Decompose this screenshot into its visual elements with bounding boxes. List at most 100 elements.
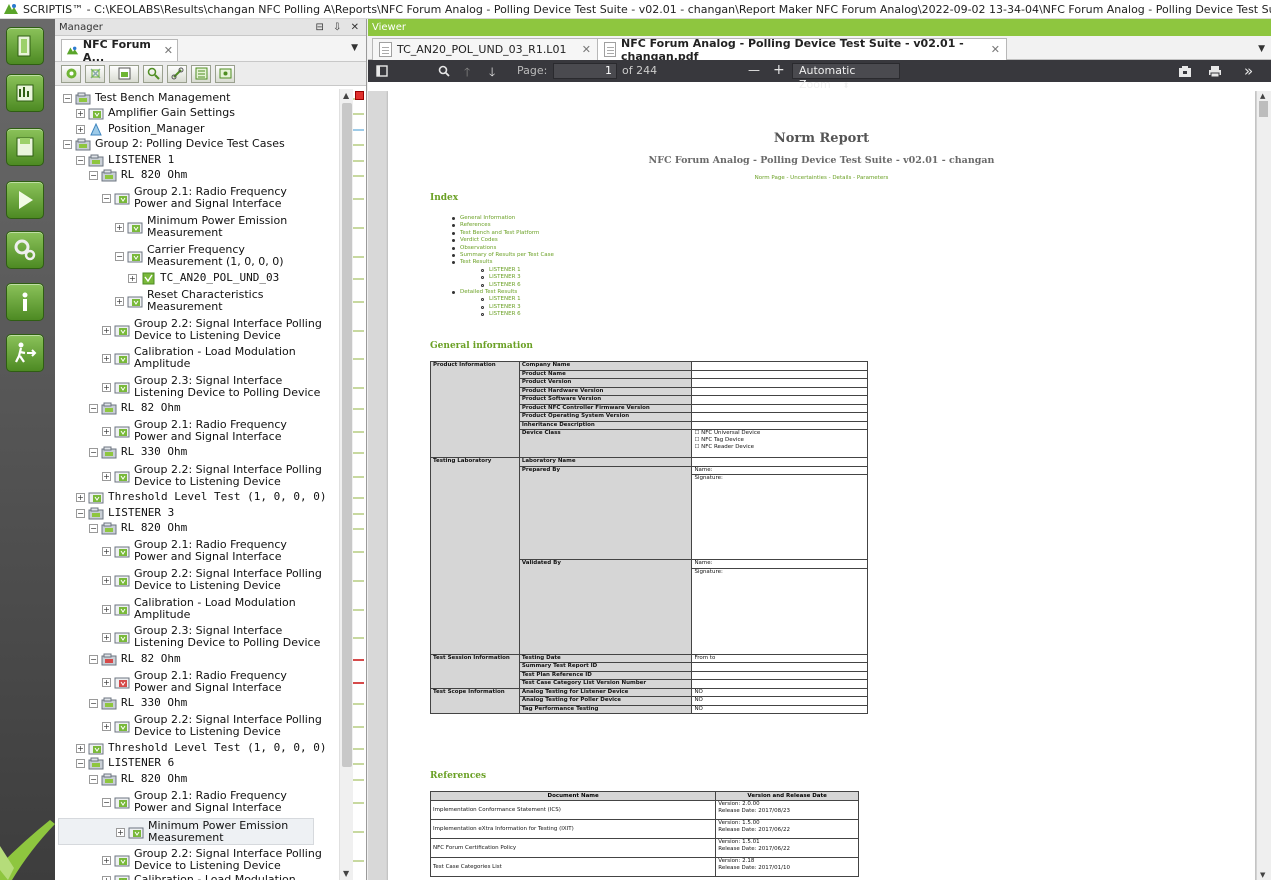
- result-marker[interactable]: [353, 408, 364, 410]
- expand-icon[interactable]: +: [102, 633, 111, 642]
- collapse-icon[interactable]: −: [115, 252, 124, 261]
- expand-icon[interactable]: +: [115, 297, 124, 306]
- tree-node[interactable]: + Group 2.1: Radio Frequency Power and Sig…: [55, 538, 339, 565]
- run-tool-button[interactable]: [61, 64, 81, 83]
- tree-node[interactable]: − LISTENER 3: [55, 506, 339, 521]
- index-link[interactable]: References: [452, 222, 491, 229]
- index-link[interactable]: Observations: [452, 245, 496, 252]
- collapse-icon[interactable]: −: [89, 775, 98, 784]
- tab-log-file[interactable]: TC_AN20_POL_UND_03_R1.L01 ✕: [372, 38, 598, 60]
- result-marker[interactable]: [353, 129, 364, 131]
- collapse-icon[interactable]: −: [89, 404, 98, 413]
- result-marker[interactable]: [353, 580, 364, 582]
- expand-icon[interactable]: +: [102, 876, 111, 880]
- expand-icon[interactable]: +: [76, 125, 85, 134]
- expand-icon[interactable]: +: [76, 493, 85, 502]
- zoom-select[interactable]: Automatic Zoom ⬍: [792, 63, 900, 91]
- tab-close-icon[interactable]: ✕: [164, 44, 173, 57]
- index-link[interactable]: LISTENER 1: [481, 296, 521, 303]
- tabs-dropdown-icon[interactable]: ▼: [1258, 44, 1265, 54]
- result-marker[interactable]: [353, 256, 364, 258]
- result-marker[interactable]: [353, 144, 364, 146]
- next-page-icon[interactable]: 🡓: [489, 63, 495, 84]
- find-icon[interactable]: [438, 65, 450, 77]
- result-marker[interactable]: [353, 431, 364, 433]
- list-tool-button[interactable]: [191, 64, 211, 83]
- result-marker[interactable]: [353, 160, 364, 162]
- tree-node[interactable]: + Group 2.3: Signal Interface Listening De…: [55, 624, 339, 651]
- tabs-dropdown-icon[interactable]: ▼: [351, 43, 358, 53]
- tree-node[interactable]: − Group 2: Polling Device Test Cases: [55, 137, 339, 152]
- collapse-icon[interactable]: −: [63, 140, 72, 149]
- index-link[interactable]: LISTENER 3: [481, 304, 521, 311]
- tree-node[interactable]: + Calibration - Load Modulation Amplitude: [55, 345, 339, 372]
- result-marker[interactable]: [353, 528, 364, 530]
- result-marker[interactable]: [353, 113, 364, 115]
- expand-icon[interactable]: +: [128, 274, 137, 283]
- fail-indicator-icon[interactable]: [355, 91, 364, 100]
- collapse-icon[interactable]: −: [89, 655, 98, 664]
- expand-icon[interactable]: +: [116, 828, 125, 837]
- tree-node[interactable]: − LISTENER 1: [55, 153, 339, 168]
- layout-tool-button[interactable]: [109, 64, 139, 83]
- device-class-option[interactable]: ☐ NFC Universal Device: [694, 430, 865, 437]
- tree-node[interactable]: − LISTENER 6: [55, 756, 339, 771]
- index-link[interactable]: LISTENER 1: [481, 267, 521, 274]
- expand-icon[interactable]: +: [102, 722, 111, 731]
- save-button[interactable]: [6, 128, 44, 166]
- result-marker[interactable]: [353, 476, 364, 478]
- tree-node[interactable]: + Minimum Power Emission Measurement: [58, 818, 314, 845]
- link-tool-button[interactable]: [167, 64, 187, 83]
- manager-scrollbar[interactable]: ▲ ▼: [339, 89, 354, 880]
- tree-node[interactable]: + Calibration - Load Modulation: [55, 873, 339, 880]
- result-marker[interactable]: [353, 659, 364, 661]
- result-marker[interactable]: [353, 175, 364, 177]
- tab-close-icon[interactable]: ✕: [991, 43, 1000, 56]
- scroll-up-icon[interactable]: ▲: [343, 91, 349, 100]
- tree-node[interactable]: + Threshold Level Test (1, 0, 0, 0): [55, 490, 339, 505]
- tree-node[interactable]: + Amplifier Gain Settings: [55, 106, 339, 121]
- expand-icon[interactable]: +: [102, 856, 111, 865]
- print-icon[interactable]: [1208, 65, 1222, 78]
- settings-button[interactable]: [6, 231, 44, 269]
- index-link[interactable]: LISTENER 6: [481, 311, 521, 318]
- result-marker[interactable]: [353, 802, 364, 804]
- tree-node[interactable]: + Reset Characteristics Measurement: [55, 288, 339, 315]
- device-class-option[interactable]: ☐ NFC Tag Device: [694, 437, 865, 444]
- collapse-icon[interactable]: −: [102, 194, 111, 203]
- expand-icon[interactable]: +: [76, 109, 85, 118]
- tree-node[interactable]: − RL 330 Ohm: [55, 445, 339, 460]
- more-tools-button[interactable]: »: [1244, 62, 1253, 80]
- expand-icon[interactable]: +: [115, 223, 124, 232]
- scrollbar-thumb[interactable]: [342, 103, 352, 767]
- result-marker[interactable]: [353, 748, 364, 750]
- index-link[interactable]: General Information: [452, 215, 515, 222]
- scroll-down-icon[interactable]: ▼: [1260, 871, 1265, 879]
- result-marker[interactable]: [353, 551, 364, 553]
- collapse-icon[interactable]: −: [89, 524, 98, 533]
- tree-node[interactable]: + Group 2.2: Signal Interface Polling Devi…: [55, 713, 339, 740]
- result-marker[interactable]: [353, 452, 364, 454]
- scroll-up-icon[interactable]: ▲: [1260, 92, 1265, 100]
- tree-node[interactable]: + Minimum Power Emission Measurement: [55, 214, 339, 241]
- view-tool-button[interactable]: [215, 64, 235, 83]
- result-marker[interactable]: [353, 682, 364, 684]
- presentation-icon[interactable]: [1178, 65, 1192, 78]
- result-marker[interactable]: [353, 198, 364, 200]
- tree-node[interactable]: + Group 2.2: Signal Interface Polling Devi…: [55, 847, 339, 874]
- result-marker[interactable]: [353, 301, 364, 303]
- expand-icon[interactable]: +: [102, 576, 111, 585]
- pdf-scrollbar[interactable]: ▲ ▼: [1257, 91, 1271, 880]
- run-button[interactable]: [6, 181, 44, 219]
- test-bench-button[interactable]: [6, 74, 44, 112]
- result-marker[interactable]: [353, 330, 364, 332]
- expand-icon[interactable]: +: [102, 547, 111, 556]
- tree-node[interactable]: − Group 2.1: Radio Frequency Power and Sig…: [55, 185, 339, 212]
- zoom-out-button[interactable]: —: [748, 63, 760, 77]
- pdf-document-area[interactable]: Norm Report NFC Forum Analog - Polling D…: [368, 91, 1271, 880]
- result-marker[interactable]: [353, 278, 364, 280]
- result-marker[interactable]: [353, 497, 364, 499]
- collapse-icon[interactable]: −: [76, 156, 85, 165]
- expand-icon[interactable]: +: [102, 326, 111, 335]
- index-link[interactable]: Detailed Test Results: [452, 289, 517, 296]
